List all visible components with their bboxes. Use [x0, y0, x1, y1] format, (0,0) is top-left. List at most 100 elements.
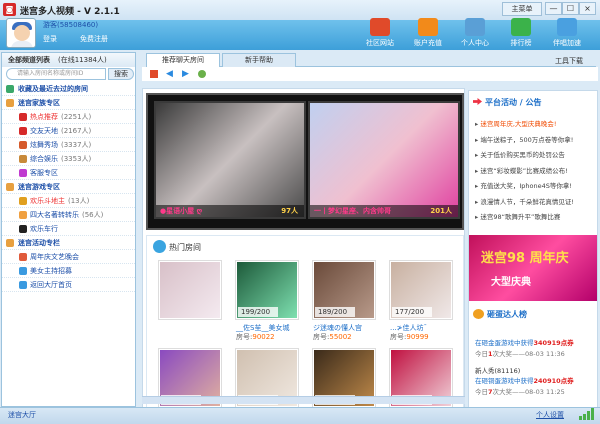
- channel-item[interactable]: 综合娱乐 (3353人): [2, 152, 135, 166]
- channel-count: (56人): [82, 211, 104, 219]
- channel-label: 迷宫游戏专区: [18, 183, 60, 191]
- nav-icon: [465, 18, 485, 36]
- register-link[interactable]: 免费注册: [80, 34, 108, 44]
- channel-label: 交友天地: [30, 127, 58, 135]
- nav-button-4[interactable]: 伴唱加速: [549, 18, 585, 50]
- channel-label: 热点推荐: [30, 113, 58, 121]
- channel-category[interactable]: 迷宫活动专栏: [2, 236, 135, 250]
- anniversary-banner[interactable]: 迷宫98 周年庆 大型庆典: [469, 235, 597, 301]
- nav-button-1[interactable]: 账户充值: [410, 18, 446, 50]
- notice-item[interactable]: 浪漫情人节，千朵鲜花真情见证!: [475, 196, 574, 206]
- channel-label: 四大名著转转乐: [30, 211, 79, 219]
- notice-title: 平台活动 / 公告: [485, 98, 542, 107]
- tool-download-link[interactable]: 工具下载: [555, 56, 583, 66]
- winner-suffix: 次大奖——08-03 11:25: [492, 388, 565, 396]
- right-panel: 平台活动 / 公告 迷宫周年庆,大型庆典晚会! 端午送粽子，500万点卷等你拿! 关…: [468, 90, 598, 408]
- app-logo-icon: ◙: [3, 3, 16, 16]
- room-thumbnail[interactable]: 189/200: [312, 260, 376, 320]
- channel-item[interactable]: 客服专区: [2, 166, 135, 180]
- channel-item[interactable]: 四大名著转转乐 (56人): [2, 208, 135, 222]
- featured-count: 97人: [281, 207, 298, 215]
- channel-item[interactable]: 欢乐斗地主 (13人): [2, 194, 135, 208]
- notice-item[interactable]: 迷宫“彩妆蝶影”比赛成绩公布!: [475, 165, 567, 175]
- channel-label: 返回大厅首页: [30, 281, 72, 289]
- nav-button-2[interactable]: 个人中心: [457, 18, 493, 50]
- channel-list-title: 全部频道列表: [8, 56, 50, 64]
- window-title: 迷宫多人视频 - V 2.1.1: [20, 7, 120, 17]
- channel-count: (2251人): [61, 113, 92, 121]
- search-button[interactable]: 搜索: [108, 68, 134, 80]
- nav-label: 排行榜: [510, 39, 532, 47]
- room-thumbnail[interactable]: 177/200: [389, 260, 453, 320]
- nav-button-0[interactable]: 社区网站: [362, 18, 398, 50]
- browser-toolbar: ◀ ▶: [142, 67, 598, 81]
- channel-item[interactable]: 交友天地 (2167人): [2, 124, 135, 138]
- featured-video-1[interactable]: ●星语小屋 ღ 97人: [154, 101, 306, 219]
- signal-icon: [579, 408, 594, 420]
- banner-title: 迷宫98 周年庆: [481, 251, 569, 266]
- winner-prize-text: 在砸金蛋游戏中获得: [475, 339, 534, 347]
- channel-label: 周年庆文艺晚会: [30, 253, 79, 261]
- room-thumbnail[interactable]: 199/200: [235, 260, 299, 320]
- channel-category[interactable]: 迷宫家族专区: [2, 96, 135, 110]
- status-bar: [0, 407, 600, 424]
- channel-item[interactable]: 美女主持招募: [2, 264, 135, 278]
- nav-button-3[interactable]: 排行榜: [503, 18, 539, 50]
- channel-label: 欢乐斗地主: [30, 197, 65, 205]
- close-button[interactable]: ×: [579, 2, 596, 15]
- notice-item[interactable]: 迷宫周年庆,大型庆典晚会!: [475, 118, 556, 128]
- featured-videos: ●星语小屋 ღ 97人 一丨梦幻星座、内含帅哥 201人: [146, 93, 464, 230]
- horizontal-scrollbar[interactable]: [142, 396, 465, 404]
- nav-icon: [511, 18, 531, 36]
- channel-item[interactable]: 热点推荐 (2251人): [2, 110, 135, 124]
- channel-icon: [19, 197, 27, 205]
- channel-category[interactable]: 迷宫游戏专区: [2, 180, 135, 194]
- refresh-icon[interactable]: [198, 70, 206, 78]
- settings-link[interactable]: 个人设置: [536, 410, 564, 420]
- tab-help[interactable]: 新手帮助: [222, 53, 296, 67]
- username: 游客(58508460): [43, 21, 99, 29]
- forward-icon[interactable]: ▶: [182, 70, 190, 79]
- winner-amount: 340919点券: [533, 339, 574, 347]
- channel-item[interactable]: 返回大厅首页: [2, 278, 135, 292]
- notice-item[interactable]: 关于低价购买黑币的处罚公告: [475, 149, 565, 159]
- nav-icon: [370, 18, 390, 36]
- nav-icon: [418, 18, 438, 36]
- channel-icon: [19, 211, 27, 219]
- featured-caption: ●星语小屋 ღ: [160, 207, 203, 215]
- channel-count: (3353人): [61, 155, 92, 163]
- hot-rooms: 热门房间 199/200 __佐S苼__美女城 房号:90022 189/200 ジ迷魂…: [146, 235, 464, 411]
- home-icon[interactable]: [150, 70, 158, 78]
- hall-tab[interactable]: 迷宫大厅: [8, 410, 36, 420]
- login-link[interactable]: 登录: [43, 34, 57, 44]
- channel-category[interactable]: 收藏及最近去过的房间: [2, 82, 135, 96]
- maximize-button[interactable]: ☐: [562, 2, 579, 15]
- channel-item[interactable]: 炫舞秀场 (3337人): [2, 138, 135, 152]
- main-menu-button[interactable]: 主菜单: [502, 2, 542, 16]
- notice-item[interactable]: 端午送粽子，500万点卷等你拿!: [475, 134, 573, 144]
- room-id-label: 房号:: [313, 333, 330, 341]
- channel-label: 迷宫活动专栏: [18, 239, 60, 247]
- channel-item[interactable]: 周年庆文艺晚会: [2, 250, 135, 264]
- back-icon[interactable]: ◀: [166, 70, 174, 79]
- minimize-button[interactable]: —: [545, 2, 562, 15]
- channel-icon: [19, 127, 27, 135]
- room-occupancy: 199/200: [238, 307, 278, 317]
- channel-icon: [19, 225, 27, 233]
- channel-icon: [19, 267, 27, 275]
- house-icon: [153, 240, 166, 253]
- room-thumbnail[interactable]: [158, 260, 222, 320]
- winner-prize: 在砸金蛋游戏中获得340919点券: [475, 337, 574, 347]
- avatar[interactable]: [6, 18, 36, 48]
- notice-item[interactable]: 充值送大奖，Iphone4S等你拿!: [475, 180, 572, 190]
- room-occupancy: 189/200: [315, 307, 355, 317]
- channel-item[interactable]: 欢乐车行: [2, 222, 135, 236]
- search-input[interactable]: 请输入房间名称或房间ID: [6, 68, 106, 80]
- tab-recommended[interactable]: 推荐聊天房间: [146, 53, 220, 67]
- winner-prefix: 今日: [475, 388, 488, 396]
- channel-label: 炫舞秀场: [30, 141, 58, 149]
- room-id: 房号:55002: [313, 332, 352, 342]
- notice-item[interactable]: 迷宫98“歌舞升平”歌舞比赛: [475, 211, 560, 221]
- winner-time: 今日1次大奖——08-03 11:36: [475, 348, 565, 358]
- featured-video-2[interactable]: 一丨梦幻星座、内含帅哥 201人: [308, 101, 460, 219]
